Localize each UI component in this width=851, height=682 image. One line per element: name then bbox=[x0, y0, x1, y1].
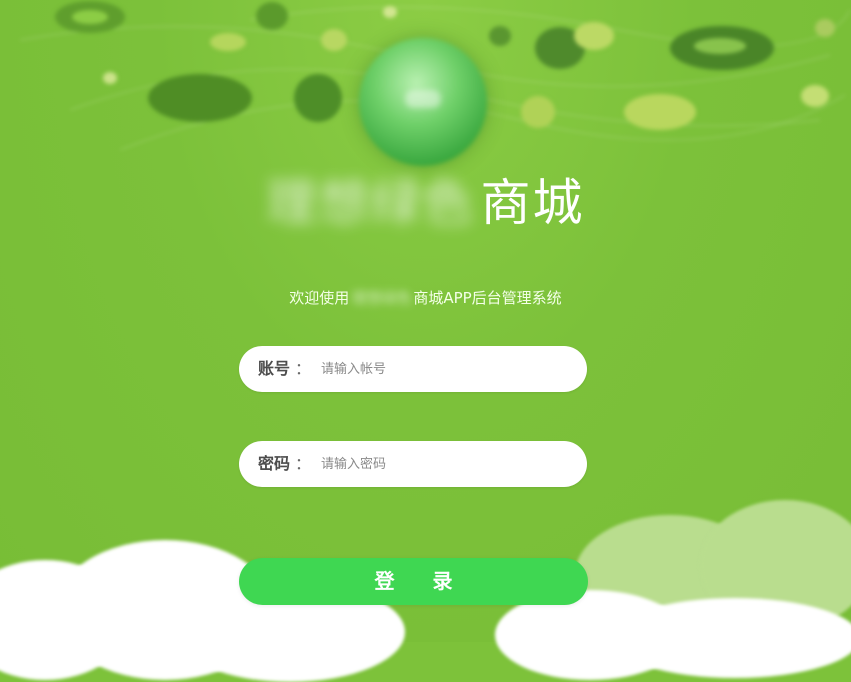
account-input[interactable] bbox=[321, 357, 561, 381]
welcome-subtitle: 欢迎使用 理想绿色 商城APP后台管理系统 bbox=[0, 286, 851, 310]
account-colon: ： bbox=[295, 359, 312, 378]
password-label: 密码 bbox=[258, 454, 291, 473]
password-input[interactable] bbox=[321, 452, 561, 476]
password-field[interactable]: 密码 ： bbox=[239, 441, 587, 487]
subtitle-prefix: 欢迎使用 bbox=[289, 289, 350, 307]
brand-logo bbox=[359, 38, 487, 166]
account-field[interactable]: 账号 ： bbox=[239, 346, 587, 392]
subtitle-suffix: 商城APP后台管理系统 bbox=[413, 289, 562, 307]
title-brand-masked: 理想绿色 bbox=[266, 174, 475, 232]
cloud-right bbox=[610, 598, 851, 678]
brand-logo-mark bbox=[405, 90, 441, 108]
password-colon: ： bbox=[295, 454, 312, 473]
subtitle-brand-masked: 理想绿色 bbox=[351, 289, 412, 307]
title-mall-label: 商城 bbox=[480, 174, 585, 232]
login-button[interactable]: 登录 bbox=[239, 558, 588, 605]
account-label: 账号 bbox=[258, 359, 291, 378]
page-title: 理想绿色 商城 bbox=[0, 168, 851, 238]
